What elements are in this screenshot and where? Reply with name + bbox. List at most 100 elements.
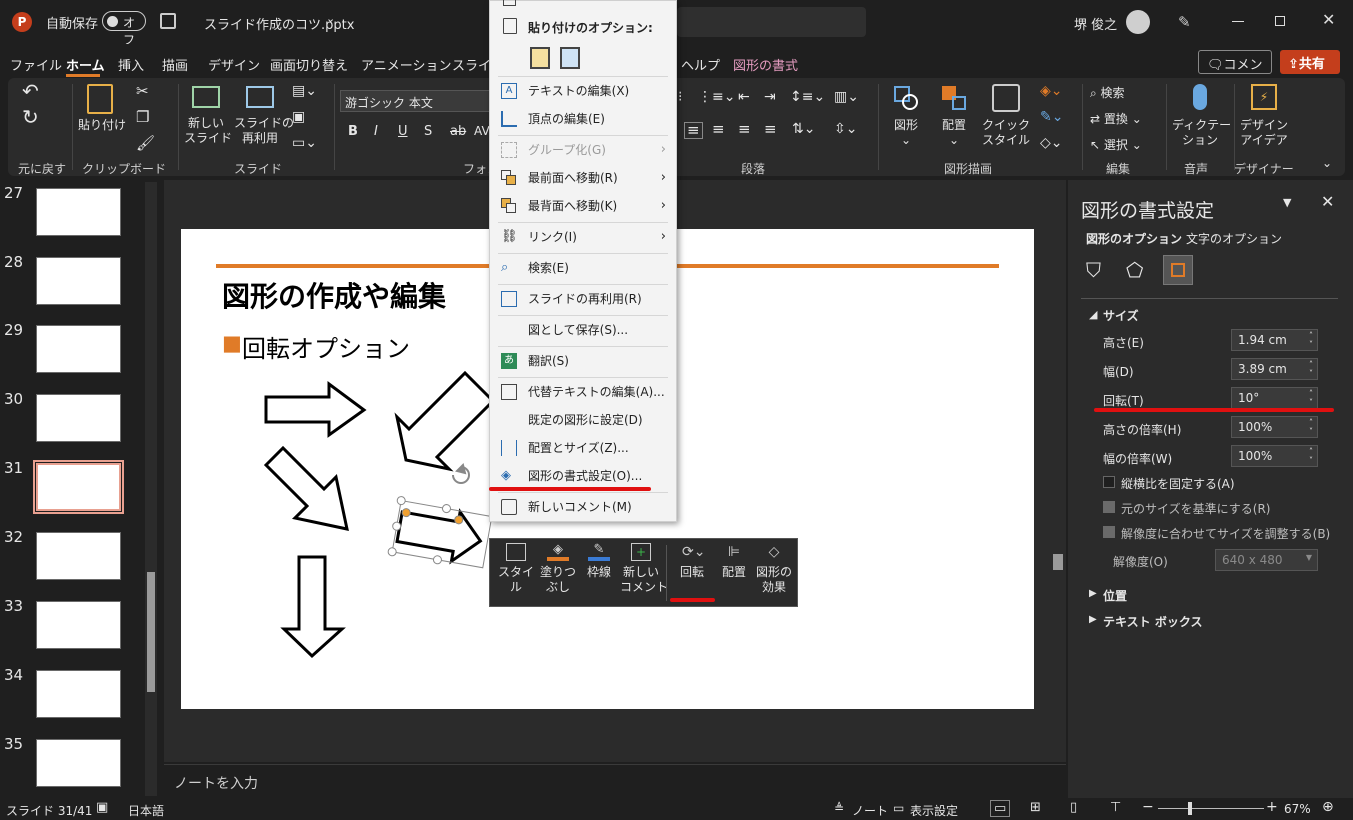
menu-item-edit-points[interactable]: 頂点の編集(E) <box>490 106 676 132</box>
autosave-toggle[interactable]: オフ <box>102 11 146 47</box>
scroll-thumb[interactable] <box>147 572 155 692</box>
format-painter-icon[interactable]: 🖌 <box>136 136 155 151</box>
save-icon[interactable] <box>160 13 176 29</box>
find-button[interactable]: ⌕ 検索 <box>1090 86 1125 101</box>
mini-style-button[interactable]: スタイ ル <box>498 543 534 595</box>
columns-icon[interactable]: ▥⌄ <box>834 90 859 105</box>
justify-icon[interactable]: ≡ <box>764 122 777 137</box>
rotation-input[interactable]: 10° ˄ ˅ <box>1231 387 1318 409</box>
fit-to-window-icon[interactable]: ⊕ <box>1322 799 1334 815</box>
slide-thumbnail-35[interactable] <box>36 739 121 787</box>
menu-item-new-comment[interactable]: 新しいコメント(M) <box>490 494 676 520</box>
copy-item-partial[interactable] <box>490 0 676 7</box>
slideshow-icon[interactable]: ⊤ <box>1110 800 1121 815</box>
position-section-title[interactable]: 位置 <box>1103 587 1127 604</box>
display-settings-icon[interactable]: ▭ <box>893 801 904 815</box>
copy-icon[interactable]: ❐ <box>136 110 149 125</box>
best-scale-checkbox[interactable] <box>1103 526 1115 538</box>
slide-sorter-icon[interactable]: ⊞ <box>1030 800 1041 815</box>
menu-item-format-shape[interactable]: ◈ 図形の書式設定(O)... <box>490 463 676 489</box>
zoom-in-icon[interactable]: + <box>1266 799 1278 815</box>
textbox-section-title[interactable]: テキスト ボックス <box>1103 613 1202 630</box>
maximize-icon[interactable] <box>1275 16 1285 26</box>
tab-insert[interactable]: 挿入 <box>118 55 144 74</box>
effects-icon[interactable]: ⬠ <box>1126 258 1143 282</box>
spinner-icon[interactable]: ˄ ˅ <box>1309 389 1313 407</box>
slide-thumbnail-32[interactable] <box>36 532 121 580</box>
fill-line-icon[interactable]: ⛉ <box>1086 258 1101 282</box>
width-input[interactable]: 3.89 cm ˄ ˅ <box>1231 358 1318 380</box>
spinner-icon[interactable]: ˄ ˅ <box>1309 360 1313 378</box>
mini-arrange-button[interactable]: ⊫ 配置 <box>716 543 752 580</box>
pen-icon[interactable]: ✎ <box>1178 13 1191 31</box>
quick-style-button[interactable]: クイック スタイル <box>980 84 1032 148</box>
normal-view-icon[interactable]: ▭ <box>990 800 1011 817</box>
scale-width-input[interactable]: 100% ˄ ˅ <box>1231 445 1318 467</box>
notes-toggle[interactable]: ノート <box>852 802 888 819</box>
spinner-icon[interactable]: ˄ ˅ <box>1309 331 1313 349</box>
mini-effects-button[interactable]: ◇ 図形の 効果 <box>754 543 794 595</box>
minimize-icon[interactable] <box>1232 21 1244 22</box>
avatar[interactable] <box>1126 10 1150 34</box>
menu-item-set-default-shape[interactable]: 既定の図形に設定(D) <box>490 407 676 433</box>
shadow-icon[interactable]: S <box>424 124 432 139</box>
zoom-slider-thumb[interactable] <box>1188 802 1192 815</box>
menu-item-search[interactable]: ⌕ 検索(E) <box>490 255 676 281</box>
redo-icon[interactable]: ↻ <box>22 107 39 127</box>
select-button[interactable]: ↖ 選択 ⌄ <box>1090 138 1142 153</box>
tab-text-options[interactable]: 文字のオプション <box>1186 230 1282 247</box>
menu-item-send-to-back[interactable]: 最背面へ移動(K) › <box>490 193 676 219</box>
close-window-icon[interactable]: ✕ <box>1322 10 1335 29</box>
new-slide-button[interactable]: 新しい スライド <box>184 86 232 146</box>
section-icon[interactable]: ▭⌄ <box>292 136 317 151</box>
reuse-slide-button[interactable]: スライドの 再利用 <box>234 86 294 146</box>
tab-shape-format[interactable]: 図形の書式 <box>733 55 798 74</box>
menu-item-save-as-picture[interactable]: 図として保存(S)... <box>490 317 676 343</box>
menu-item-alt-text[interactable]: 代替テキストの編集(A)... <box>490 379 676 405</box>
char-spacing-icon[interactable]: AV <box>474 124 490 139</box>
decrease-indent-icon[interactable]: ⇤ <box>738 90 750 105</box>
paste-keep-source-icon[interactable] <box>530 47 550 69</box>
ribbon-collapse-icon[interactable]: ⌄ <box>1322 156 1332 171</box>
mini-new-comment-button[interactable]: + 新しい コメント <box>620 543 668 595</box>
accessibility-icon[interactable]: ▣ <box>96 800 108 815</box>
mini-outline-button[interactable]: ✎ 枠線 <box>582 543 616 580</box>
share-button[interactable]: ⇪共有 <box>1280 50 1340 74</box>
scale-height-input[interactable]: 100% ˄ ˅ <box>1231 416 1318 438</box>
position-section-toggle[interactable]: ▶ <box>1089 588 1097 599</box>
slide-thumbnail-28[interactable] <box>36 257 121 305</box>
user-name[interactable]: 堺 俊之 <box>1074 14 1117 33</box>
reading-view-icon[interactable]: ▯ <box>1070 800 1077 815</box>
relative-original-label[interactable]: 元のサイズを基準にする(R) <box>1121 500 1270 517</box>
notes-pane[interactable]: ノートを入力 <box>164 764 1066 798</box>
zoom-out-icon[interactable]: − <box>1142 799 1154 815</box>
menu-item-reuse-slides[interactable]: スライドの再利用(R) <box>490 286 676 312</box>
increase-indent-icon[interactable]: ⇥ <box>764 90 776 105</box>
align-center-icon[interactable]: ≡ <box>712 122 725 137</box>
numbering-icon[interactable]: ⋮≡⌄ <box>698 90 735 105</box>
replace-button[interactable]: ⇄ 置換 ⌄ <box>1090 112 1142 127</box>
shape-effects-icon[interactable]: ◇⌄ <box>1040 136 1063 151</box>
menu-item-translate[interactable]: あ翻訳(S) <box>490 348 676 374</box>
search-box[interactable] <box>677 7 866 37</box>
spinner-icon[interactable]: ˄ ˅ <box>1309 418 1313 436</box>
size-properties-icon[interactable] <box>1163 255 1193 285</box>
size-section-title[interactable]: サイズ <box>1103 307 1139 324</box>
textbox-section-toggle[interactable]: ▶ <box>1089 614 1097 625</box>
bold-icon[interactable]: B <box>348 124 358 139</box>
resolution-select[interactable]: 640 x 480 ▼ <box>1215 549 1318 571</box>
undo-icon[interactable]: ↶ <box>22 81 39 101</box>
thumbnails-scrollbar[interactable] <box>145 182 157 796</box>
mini-rotate-button[interactable]: ⟳⌄ 回転 <box>672 543 712 580</box>
slide-thumbnail-31-selected[interactable] <box>33 460 124 514</box>
shapes-button[interactable]: 図形 ⌄ <box>886 84 926 148</box>
tab-help[interactable]: ヘルプ <box>681 55 720 74</box>
lock-aspect-checkbox[interactable] <box>1103 476 1115 488</box>
language-label[interactable]: 日本語 <box>128 802 164 819</box>
tab-animations[interactable]: アニメーション <box>361 55 451 74</box>
menu-item-edit-text[interactable]: A テキストの編集(X) <box>490 78 676 104</box>
display-settings[interactable]: 表示設定 <box>910 802 958 819</box>
paste-as-picture-icon[interactable] <box>560 47 580 69</box>
italic-icon[interactable]: I <box>374 124 378 139</box>
zoom-level[interactable]: 67% <box>1284 802 1311 816</box>
